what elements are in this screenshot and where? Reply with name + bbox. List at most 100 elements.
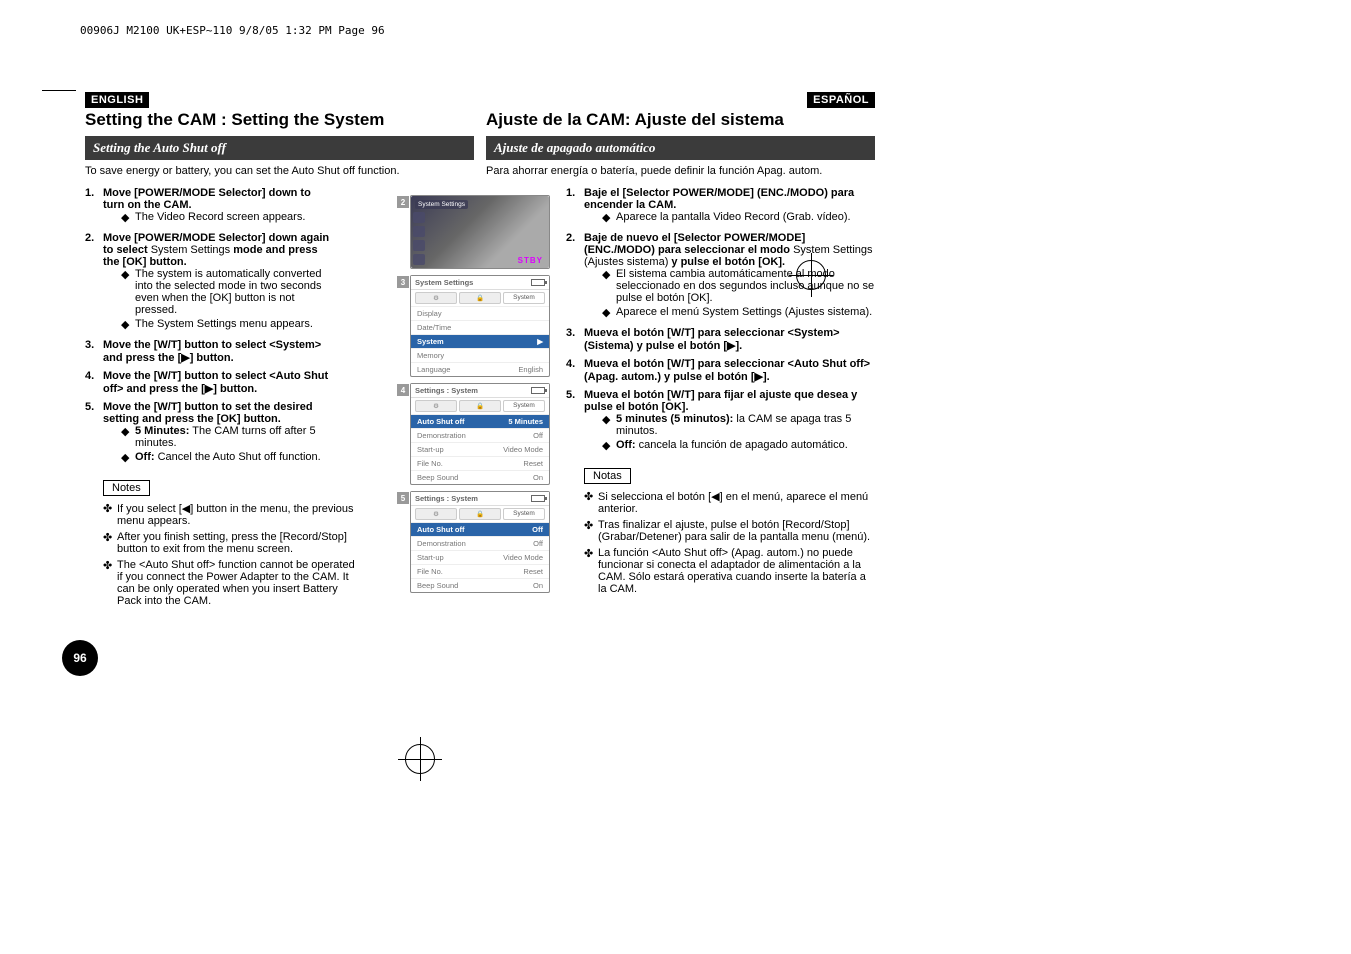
sub-bullet-text: The system is automatically converted in… xyxy=(135,268,335,316)
menu-row: LanguageEnglish xyxy=(411,362,549,376)
menu-row: File No.Reset xyxy=(411,564,549,578)
print-header: 00906J M2100 UK+ESP~110 9/8/05 1:32 PM P… xyxy=(80,24,385,37)
step-text: Mueva el botón [W/T] para seleccionar <A… xyxy=(584,358,875,383)
step-number: 2. xyxy=(566,232,584,321)
sub-bullet-text: Aparece el menú System Settings (Ajustes… xyxy=(616,306,872,319)
sub-bullet-text: The System Settings menu appears. xyxy=(135,318,313,331)
registration-mark xyxy=(405,744,435,774)
overlay-icon xyxy=(413,212,425,223)
step-number: 1. xyxy=(85,187,103,226)
step-text: Baje de nuevo el [Selector POWER/MODE] (… xyxy=(584,232,875,268)
club-icon: ✤ xyxy=(584,547,598,595)
diamond-icon: ◆ xyxy=(121,425,135,449)
step-item: 5. Move the [W/T] button to set the desi… xyxy=(85,401,335,466)
step-number: 3. xyxy=(85,339,103,364)
menu-row-selected: System▶ xyxy=(411,334,549,348)
menu-row: DemonstrationOff xyxy=(411,536,549,550)
battery-icon xyxy=(531,495,545,502)
lang-label-spanish: ESPAÑOL xyxy=(807,92,875,108)
screenshot-title: System Settings xyxy=(415,278,473,287)
step-item: 3. Move the [W/T] button to select <Syst… xyxy=(85,339,335,364)
step-number: 5. xyxy=(566,389,584,454)
step-item: 2. Baje de nuevo el [Selector POWER/MODE… xyxy=(566,232,875,321)
step-text: Move the [W/T] button to select <System>… xyxy=(103,339,335,364)
subsection-bar-right: Ajuste de apagado automático xyxy=(486,136,875,160)
step-number: 4. xyxy=(566,358,584,383)
step-number: 5. xyxy=(85,401,103,466)
screenshot-2: 2 System Settings STBY xyxy=(410,195,550,269)
step-text: Move [POWER/MODE Selector] down again to… xyxy=(103,232,335,268)
step-number: 1. xyxy=(566,187,584,226)
club-icon: ✤ xyxy=(103,559,117,607)
sub-bullet-text: Aparece la pantalla Video Record (Grab. … xyxy=(616,211,851,224)
battery-icon xyxy=(531,387,545,394)
notes-list-right: ✤Si selecciona el botón [◀] en el menú, … xyxy=(584,490,875,595)
tab-icon: ⚙ xyxy=(415,292,457,304)
step-text: Move the [W/T] button to set the desired… xyxy=(103,401,335,425)
sub-bullet-text: The Video Record screen appears. xyxy=(135,211,305,224)
step-text: Move [POWER/MODE Selector] down to turn … xyxy=(103,187,335,211)
menu-row: Date/Time xyxy=(411,320,549,334)
sub-bullet-text: Off: Cancel the Auto Shut off function. xyxy=(135,451,321,464)
section-title-left: Setting the CAM : Setting the System xyxy=(85,110,474,130)
screenshot-4: 4 Settings : System ⚙ 🔒 System Auto Shut… xyxy=(410,383,550,485)
diamond-icon: ◆ xyxy=(121,268,135,316)
steps-left: 1. Move [POWER/MODE Selector] down to tu… xyxy=(85,187,335,466)
notes-label-right: Notas xyxy=(584,468,631,484)
menu-row-selected: Auto Shut off5 Minutes xyxy=(411,414,549,428)
menu-row: Start-upVideo Mode xyxy=(411,550,549,564)
club-icon: ✤ xyxy=(584,519,598,543)
menu-row: Beep SoundOn xyxy=(411,578,549,592)
stby-label: STBY xyxy=(518,256,543,265)
notes-label-left: Notes xyxy=(103,480,150,496)
step-text: Mueva el botón [W/T] para fijar el ajust… xyxy=(584,389,875,413)
tab-system: System xyxy=(503,508,545,520)
diamond-icon: ◆ xyxy=(602,439,616,452)
screenshot-5: 5 Settings : System ⚙ 🔒 System Auto Shut… xyxy=(410,491,550,593)
page-number-badge: 96 xyxy=(62,640,98,676)
tab-icon: 🔒 xyxy=(459,400,501,412)
club-icon: ✤ xyxy=(584,490,598,515)
tab-system: System xyxy=(503,400,545,412)
screenshot-title: System Settings xyxy=(415,200,468,209)
note-text: Tras finalizar el ajuste, pulse el botón… xyxy=(598,519,875,543)
menu-row-selected: Auto Shut offOff xyxy=(411,522,549,536)
steps-right: 1. Baje el [Selector POWER/MODE] (ENC./M… xyxy=(566,187,875,595)
screenshot-badge: 5 xyxy=(397,492,409,504)
diamond-icon: ◆ xyxy=(602,268,616,304)
screenshot-badge: 3 xyxy=(397,276,409,288)
note-text: Si selecciona el botón [◀] en el menú, a… xyxy=(598,490,875,515)
subsection-bar-left: Setting the Auto Shut off xyxy=(85,136,474,160)
diamond-icon: ◆ xyxy=(602,306,616,319)
step-item: 1. Baje el [Selector POWER/MODE] (ENC./M… xyxy=(566,187,875,226)
intro-left: To save energy or battery, you can set t… xyxy=(85,165,474,177)
intro-right: Para ahorrar energía o batería, puede de… xyxy=(486,165,875,177)
tab-system: System xyxy=(503,292,545,304)
step-text: Baje el [Selector POWER/MODE] (ENC./MODO… xyxy=(584,187,875,211)
sub-bullet-text: 5 Minutes: The CAM turns off after 5 min… xyxy=(135,425,335,449)
sub-bullet-text: El sistema cambia automáticamente al mod… xyxy=(616,268,875,304)
step-number: 2. xyxy=(85,232,103,333)
overlay-icon xyxy=(413,226,425,237)
diamond-icon: ◆ xyxy=(121,318,135,331)
notes-list-left: ✤If you select [◀] button in the menu, t… xyxy=(103,502,359,607)
screenshot-badge: 2 xyxy=(397,196,409,208)
crop-mark xyxy=(42,90,76,91)
menu-row: Start-upVideo Mode xyxy=(411,442,549,456)
diamond-icon: ◆ xyxy=(121,211,135,224)
diamond-icon: ◆ xyxy=(602,413,616,437)
overlay-icon xyxy=(413,254,425,265)
screenshot-title: Settings : System xyxy=(415,494,478,503)
tab-icon: ⚙ xyxy=(415,508,457,520)
step-item: 5. Mueva el botón [W/T] para fijar el aj… xyxy=(566,389,875,454)
tab-icon: ⚙ xyxy=(415,400,457,412)
battery-icon xyxy=(531,279,545,286)
note-text: The <Auto Shut off> function cannot be o… xyxy=(117,559,359,607)
step-item: 4. Move the [W/T] button to select <Auto… xyxy=(85,370,335,395)
section-title-right: Ajuste de la CAM: Ajuste del sistema xyxy=(486,110,875,130)
note-text: La función <Auto Shut off> (Apag. autom.… xyxy=(598,547,875,595)
club-icon: ✤ xyxy=(103,502,117,527)
menu-row: Memory xyxy=(411,348,549,362)
step-text: Move the [W/T] button to select <Auto Sh… xyxy=(103,370,335,395)
note-text: After you finish setting, press the [Rec… xyxy=(117,531,359,555)
